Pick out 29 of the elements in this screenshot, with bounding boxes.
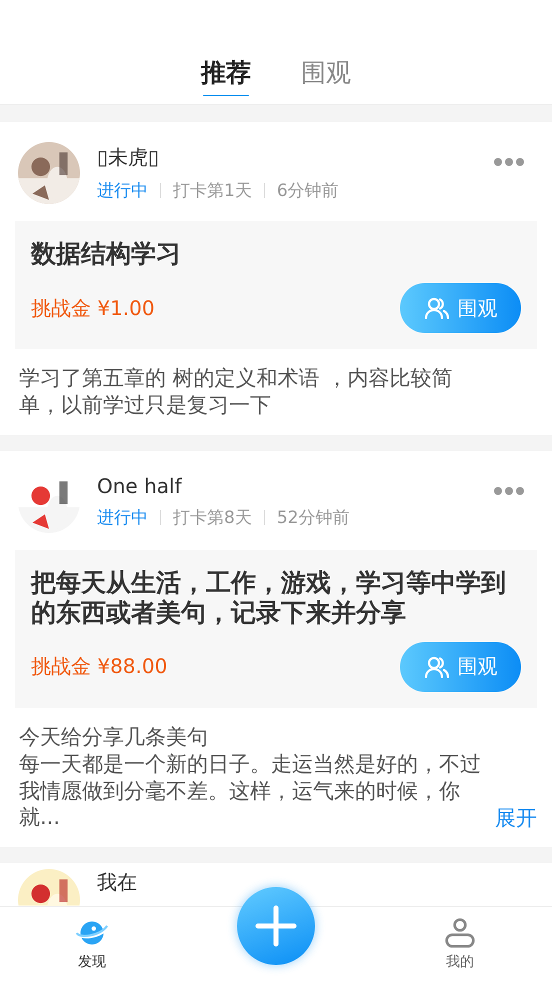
- status-label: 进行中: [97, 507, 148, 530]
- challenge-title: 把每天从生活，工作，游戏，学习等中学到的东西或者美句，记录下来并分享: [31, 568, 507, 628]
- watch-button[interactable]: 围观: [400, 283, 521, 333]
- expand-link[interactable]: 展开: [495, 805, 537, 832]
- post-text: 每一天都是一个新的日子。走运当然是好的，不过我情愿做到分毫不差。这样，运气来的时候，你就...: [19, 750, 482, 832]
- nav-item[interactable]: 发现: [0, 917, 184, 971]
- user-name: ▯未虎▯: [97, 144, 160, 171]
- plus-icon: [254, 904, 298, 948]
- post-text: 今天给分享几条美句: [19, 724, 209, 751]
- feed-tab[interactable]: 围观: [301, 56, 351, 104]
- prize-amount: 挑战金 ¥88.00: [31, 653, 168, 680]
- post-time: 52分钟前: [276, 507, 350, 530]
- user-name: 我在: [97, 869, 138, 896]
- challenge-title: 数据结构学习: [31, 239, 182, 269]
- user-name: One half: [97, 474, 183, 498]
- checkin-day: 打卡第1天: [173, 179, 252, 202]
- people-icon: [424, 297, 450, 319]
- prize-amount: 挑战金 ¥1.00: [31, 294, 155, 322]
- post-text: 学习了第五章的 树的定义和术语 ，内容比较简单，以前学过只是复习一下: [19, 365, 454, 419]
- nav-item[interactable]: 我的: [368, 917, 552, 971]
- add-button[interactable]: [237, 887, 315, 965]
- more-icon[interactable]: [493, 486, 525, 496]
- people-icon: [424, 656, 450, 678]
- status-label: 进行中: [97, 180, 148, 202]
- watch-button[interactable]: 围观: [400, 642, 521, 692]
- checkin-day: 打卡第8天: [173, 506, 252, 530]
- feed-tab[interactable]: 推荐: [201, 56, 251, 104]
- post-time: 6分钟前: [276, 180, 339, 202]
- more-icon[interactable]: [493, 157, 525, 167]
